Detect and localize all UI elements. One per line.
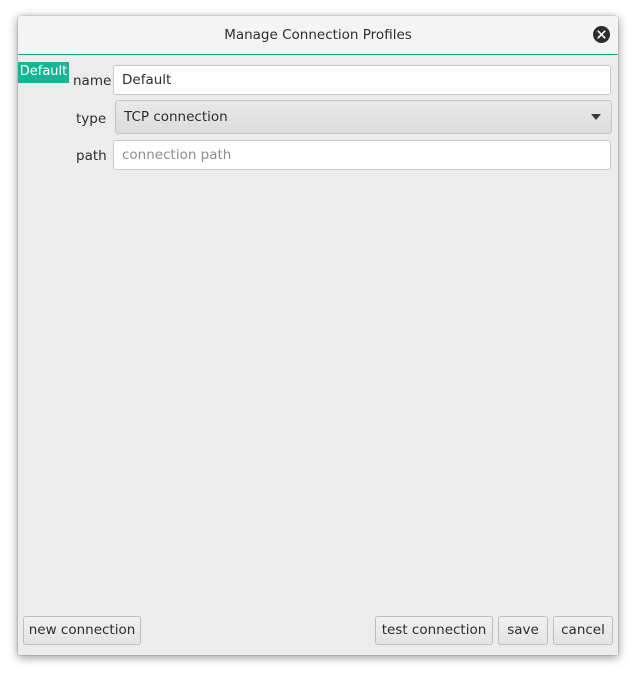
name-input[interactable]: Default [113, 65, 611, 95]
connection-type-select[interactable]: TCP connection [115, 100, 612, 134]
manage-connection-profiles-dialog: Manage Connection Profiles Default name … [18, 16, 618, 655]
close-icon [597, 30, 606, 39]
close-button[interactable] [593, 26, 610, 43]
save-button[interactable]: save [498, 616, 548, 645]
connection-type-value: TCP connection [124, 109, 228, 125]
cancel-button[interactable]: cancel [553, 616, 613, 645]
chevron-down-icon [591, 114, 601, 120]
title-bar: Manage Connection Profiles [18, 16, 618, 55]
window-title: Manage Connection Profiles [224, 27, 412, 43]
name-label: name [73, 73, 112, 89]
path-label: path [76, 148, 107, 164]
path-input[interactable]: connection path [113, 140, 611, 170]
new-connection-button[interactable]: new connection [23, 616, 141, 645]
test-connection-button[interactable]: test connection [375, 616, 493, 645]
profile-list-item-default[interactable]: Default [18, 62, 69, 83]
type-label: type [76, 111, 107, 127]
